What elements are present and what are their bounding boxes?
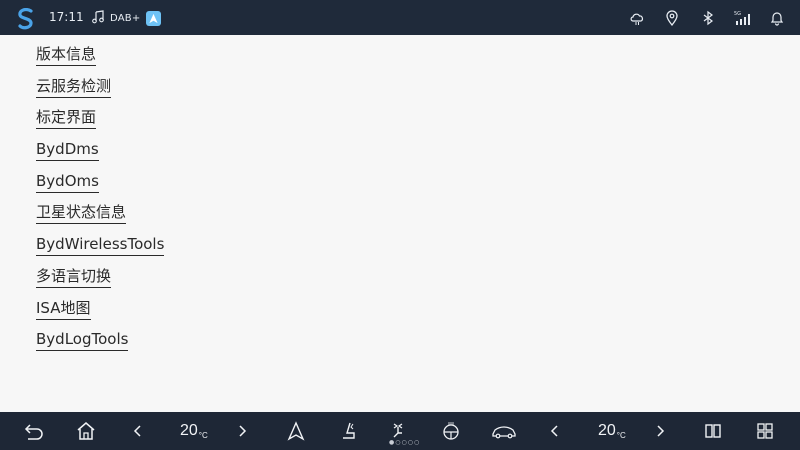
- media-source-label: DAB+: [110, 13, 141, 24]
- split-screen-icon[interactable]: [703, 421, 723, 441]
- engineering-menu-list: 版本信息 云服务检测 标定界面 BydDms BydOms 卫星状态信息 Byd…: [36, 44, 165, 361]
- list-item[interactable]: BydOms: [36, 171, 164, 203]
- home-icon[interactable]: [76, 421, 96, 441]
- media-source[interactable]: DAB+: [91, 9, 140, 28]
- car-icon[interactable]: [491, 421, 517, 441]
- left-temperature-value: 20: [180, 422, 198, 439]
- list-item[interactable]: BydDms: [36, 139, 164, 171]
- location-pin-icon[interactable]: [664, 10, 680, 26]
- chevron-left-icon[interactable]: [128, 421, 148, 441]
- chevron-right-icon[interactable]: [232, 421, 252, 441]
- bottom-dock: 20°C ●○○○○ 20°C: [0, 412, 800, 450]
- list-item[interactable]: BydLogTools: [36, 329, 164, 361]
- menu-link-calibration[interactable]: 标定界面: [36, 108, 97, 130]
- bell-icon[interactable]: [769, 10, 785, 26]
- back-icon[interactable]: [24, 421, 44, 441]
- list-item[interactable]: 版本信息: [36, 44, 164, 76]
- list-item[interactable]: BydWirelessTools: [36, 234, 165, 266]
- apps-grid-icon[interactable]: [755, 421, 775, 441]
- list-item[interactable]: 多语言切换: [36, 266, 164, 298]
- steering-heat-icon[interactable]: [441, 421, 461, 441]
- left-temperature-unit: °C: [198, 431, 208, 440]
- list-item[interactable]: 卫星状态信息: [36, 202, 164, 234]
- weather-cloud-icon[interactable]: [629, 10, 645, 26]
- left-temperature: 20°C: [180, 422, 208, 440]
- navigation-arrow-icon[interactable]: [286, 421, 306, 441]
- signal-5g-icon: 5G: [734, 10, 750, 26]
- status-bar: 17:11 DAB+ 5G: [0, 0, 800, 35]
- list-item[interactable]: 标定界面: [36, 107, 164, 139]
- menu-link-bydoms[interactable]: BydOms: [36, 172, 99, 193]
- fan-airflow-icon[interactable]: [388, 421, 408, 441]
- menu-link-bydwirelesstools[interactable]: BydWirelessTools: [36, 235, 165, 257]
- menu-link-version-info[interactable]: 版本信息: [36, 45, 97, 66]
- right-temperature-unit: °C: [616, 431, 626, 440]
- s-logo-icon[interactable]: [16, 8, 36, 30]
- navigation-app-icon[interactable]: [146, 11, 161, 26]
- right-temperature: 20°C: [598, 422, 626, 440]
- seat-heating-icon[interactable]: [339, 421, 359, 441]
- list-item[interactable]: 云服务检测: [36, 76, 164, 108]
- page-indicator: ●○○○○: [389, 439, 421, 446]
- music-note-icon: [91, 9, 105, 28]
- menu-link-satellite-status[interactable]: 卫星状态信息: [36, 203, 127, 225]
- right-temperature-value: 20: [598, 422, 616, 439]
- chevron-left-icon[interactable]: [545, 421, 565, 441]
- chevron-right-icon[interactable]: [650, 421, 670, 441]
- menu-link-bydlogtools[interactable]: BydLogTools: [36, 330, 129, 352]
- clock-time: 17:11: [49, 10, 84, 24]
- bluetooth-icon[interactable]: [700, 10, 716, 26]
- list-item[interactable]: ISA地图: [36, 298, 164, 330]
- menu-link-byddms[interactable]: BydDms: [36, 140, 99, 162]
- menu-link-language-switch[interactable]: 多语言切换: [36, 267, 112, 288]
- svg-text:5G: 5G: [734, 11, 741, 17]
- menu-link-cloud-service-check[interactable]: 云服务检测: [36, 77, 112, 98]
- menu-link-isa-map[interactable]: ISA地图: [36, 299, 91, 320]
